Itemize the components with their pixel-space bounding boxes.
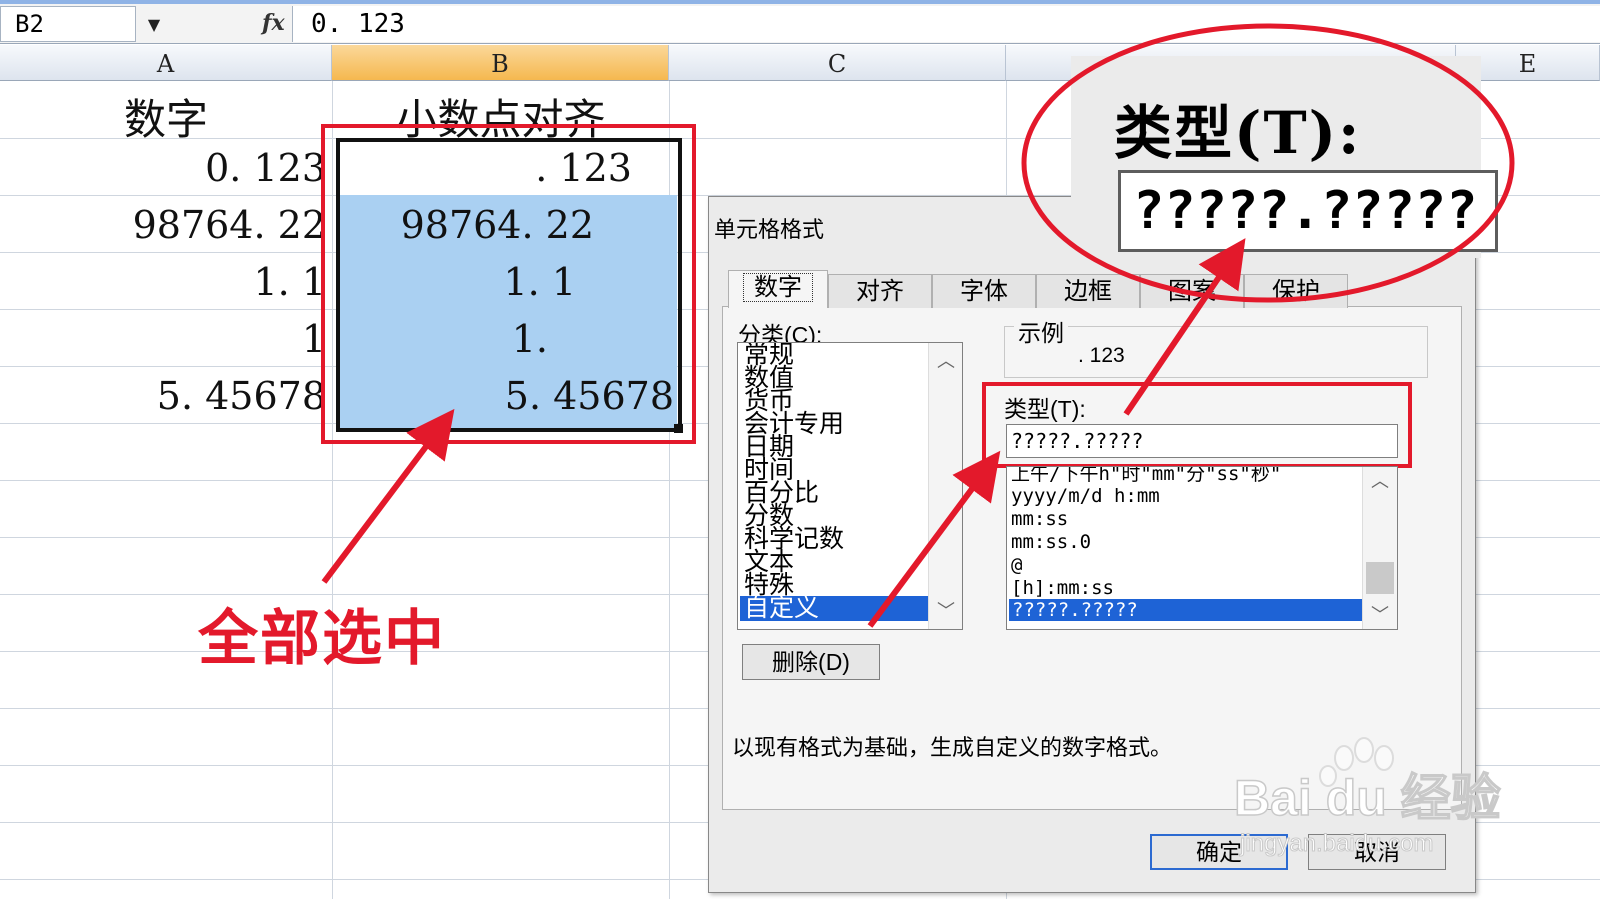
- zoom-highlight-ellipse: [1021, 23, 1515, 303]
- arrow-to-type-box: [867, 450, 1001, 628]
- arrow-to-cells: [321, 408, 455, 584]
- annotation-overlay: [321, 23, 1515, 628]
